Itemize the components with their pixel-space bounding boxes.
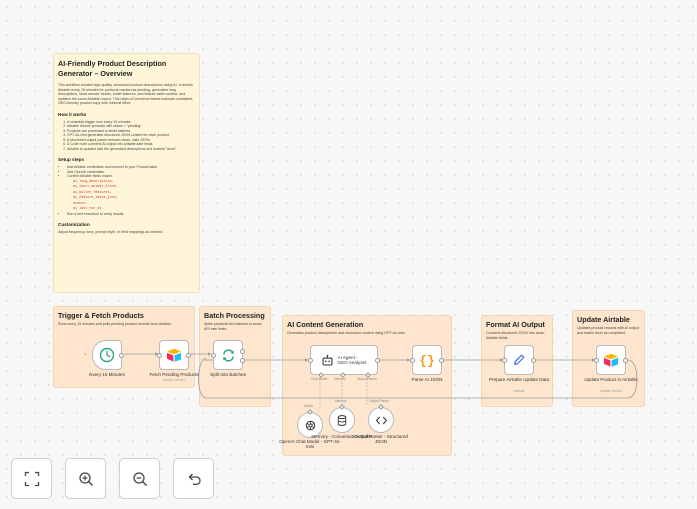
port-label: Chat Model bbox=[311, 377, 328, 381]
undo-button[interactable] bbox=[173, 458, 214, 499]
memory-node[interactable] bbox=[329, 404, 355, 433]
node-subtitle: manual bbox=[513, 389, 525, 393]
zoom-in-button[interactable] bbox=[65, 458, 106, 499]
update-airtable-node[interactable] bbox=[594, 345, 628, 375]
zoom-out-button[interactable] bbox=[119, 458, 160, 499]
node-label: Output Parser - Structured JSON bbox=[354, 434, 408, 445]
clock-icon bbox=[99, 347, 115, 363]
svg-text:+: + bbox=[84, 352, 87, 358]
schedule-trigger-node[interactable] bbox=[92, 340, 124, 370]
robot-icon bbox=[322, 354, 332, 365]
loop-icon bbox=[222, 348, 234, 362]
braces-icon: {} bbox=[419, 354, 435, 369]
zoom-out-icon bbox=[132, 471, 147, 486]
openai-icon bbox=[305, 420, 315, 430]
node-subtitle: search: record bbox=[163, 378, 185, 382]
code-icon bbox=[375, 416, 387, 424]
node-label: Parse AI JSON bbox=[411, 377, 443, 382]
ai-agent-node[interactable]: AI Agent - GEO Analyzer bbox=[308, 345, 380, 378]
fetch-products-node[interactable] bbox=[157, 340, 191, 370]
port-label: Model bbox=[304, 404, 313, 408]
pen-icon bbox=[514, 354, 525, 365]
airtable-icon bbox=[604, 353, 618, 367]
agent-label: AI Agent - GEO Analyzer bbox=[337, 354, 367, 365]
port-label: Output Parser bbox=[357, 377, 377, 381]
node-label: Update Product in Airtable bbox=[584, 377, 638, 382]
node-label: OpenAI Chat Model - GPT-4o-mini bbox=[279, 439, 341, 450]
output-port[interactable] bbox=[375, 357, 380, 363]
zoom-in-icon bbox=[78, 471, 93, 486]
output-parser-node[interactable] bbox=[368, 404, 394, 433]
output-port[interactable] bbox=[119, 352, 124, 358]
output-port[interactable] bbox=[531, 357, 536, 363]
undo-icon bbox=[188, 473, 201, 485]
node-label: Prepare Airtable Update Data bbox=[488, 377, 549, 382]
node-subtitle: update: record bbox=[600, 389, 622, 393]
input-port[interactable] bbox=[410, 357, 415, 363]
fit-view-icon bbox=[24, 471, 39, 486]
output-port[interactable] bbox=[623, 357, 628, 363]
output-port[interactable] bbox=[439, 357, 444, 363]
fit-view-button[interactable] bbox=[11, 458, 52, 499]
database-icon bbox=[337, 414, 347, 426]
input-port[interactable] bbox=[157, 352, 162, 358]
input-port[interactable] bbox=[211, 352, 216, 358]
done-port[interactable] bbox=[240, 349, 245, 354]
node-label: Split Into Batches bbox=[210, 372, 246, 377]
output-port[interactable] bbox=[186, 352, 191, 358]
input-port[interactable] bbox=[594, 357, 599, 363]
workflow-canvas[interactable]: AI-Friendly Product Description Generato… bbox=[0, 0, 697, 509]
port-label: Memory bbox=[334, 377, 346, 381]
loop-port[interactable] bbox=[240, 358, 245, 363]
parse-json-node[interactable]: {} bbox=[410, 345, 444, 375]
svg-text:{}: {} bbox=[419, 354, 435, 369]
split-batches-node[interactable] bbox=[211, 340, 245, 370]
prepare-update-node[interactable] bbox=[502, 345, 536, 375]
input-port[interactable] bbox=[308, 357, 313, 363]
port-label: Output Parser bbox=[369, 399, 389, 403]
input-port[interactable] bbox=[502, 357, 507, 363]
airtable-icon bbox=[167, 348, 181, 362]
port-label: Memory bbox=[335, 399, 347, 403]
node-label: Every 15 Minutes bbox=[89, 372, 125, 377]
connections: + bbox=[84, 352, 638, 410]
